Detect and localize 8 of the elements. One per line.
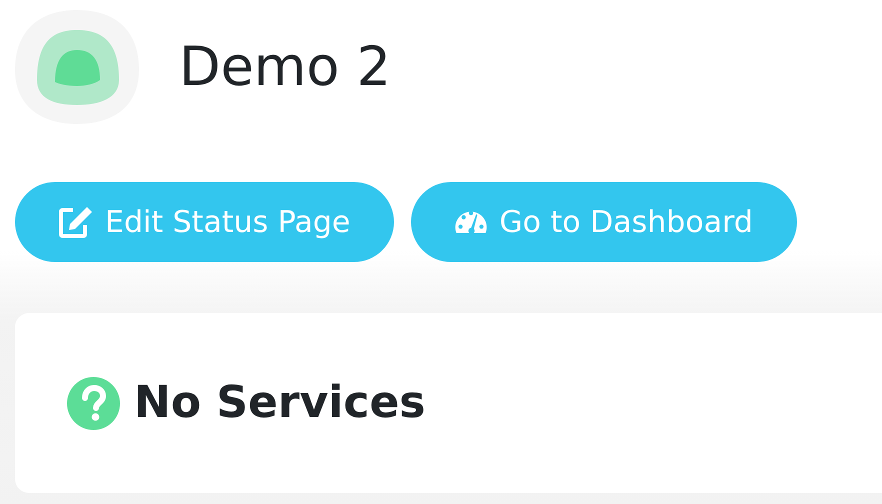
gauge-icon (455, 210, 488, 234)
help-icon (67, 376, 120, 430)
edit-icon (59, 206, 93, 238)
dashboard-button[interactable]: Go to Dashboard (411, 182, 797, 262)
edit-status-page-button[interactable]: Edit Status Page (15, 182, 394, 262)
services-heading: No Services (134, 376, 426, 430)
logo-icon (15, 10, 139, 124)
page-title: Demo 2 (179, 37, 391, 97)
